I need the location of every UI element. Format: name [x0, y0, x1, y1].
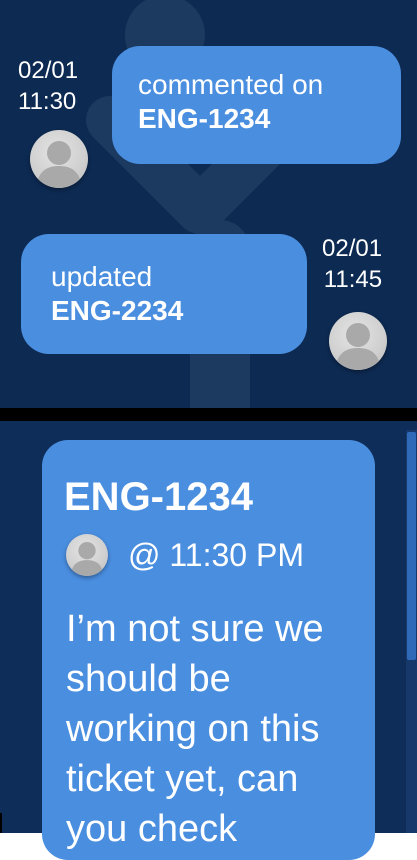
activity-timestamp: 02/01 11:30 — [18, 55, 78, 117]
activity-time: 11:30 — [18, 88, 77, 115]
comment-body: I’m not sure we should be working on thi… — [66, 608, 324, 850]
activity-action: commented on — [138, 69, 324, 100]
comment-card[interactable]: ENG-1234 @ 11:30 PM I’m not sure we shou… — [42, 440, 375, 860]
activity-feed: 02/01 11:30 commented on ENG-1234 update… — [0, 0, 417, 408]
comment-time: @ 11:30 PM — [128, 537, 304, 573]
activity-date: 02/01 — [322, 235, 383, 262]
activity-bubble[interactable]: updated ENG-2234 — [21, 234, 307, 354]
activity-action: updated — [51, 261, 153, 292]
activity-timestamp: 02/01 11:45 — [322, 233, 382, 295]
ticket-title[interactable]: ENG-1234 — [64, 474, 253, 520]
activity-date: 02/01 — [18, 57, 79, 84]
user-avatar-icon[interactable] — [30, 130, 88, 188]
user-avatar-icon[interactable] — [66, 534, 108, 576]
activity-bubble[interactable]: commented on ENG-1234 — [112, 46, 401, 164]
edge-mark — [0, 813, 2, 833]
activity-time: 11:45 — [323, 266, 383, 293]
user-avatar-icon[interactable] — [329, 312, 387, 370]
screen-divider — [0, 408, 417, 421]
activity-ticket[interactable]: ENG-2234 — [51, 294, 307, 328]
scrollbar-thumb[interactable] — [407, 432, 416, 660]
activity-ticket[interactable]: ENG-1234 — [138, 102, 401, 136]
